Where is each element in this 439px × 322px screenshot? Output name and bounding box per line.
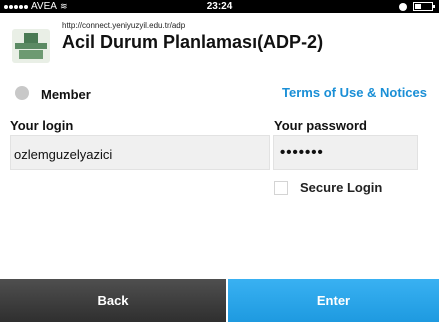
status-bar: AVEA ≋ 23:24 bbox=[0, 0, 439, 13]
page-title: Acil Durum Planlaması(ADP-2) bbox=[62, 32, 324, 52]
secure-login-label: Secure Login bbox=[300, 180, 383, 195]
status-time: 23:24 bbox=[206, 1, 233, 12]
secure-login-checkbox[interactable] bbox=[274, 181, 288, 195]
terms-link[interactable]: Terms of Use & Notices bbox=[282, 85, 427, 100]
member-row: Member Terms of Use & Notices bbox=[0, 78, 439, 108]
app-logo-icon bbox=[12, 29, 50, 63]
status-right bbox=[399, 2, 435, 11]
alarm-icon bbox=[399, 2, 407, 11]
back-button[interactable]: Back bbox=[0, 279, 226, 322]
login-label: Your login bbox=[10, 118, 74, 133]
member-label: Member bbox=[41, 87, 91, 102]
member-radio[interactable] bbox=[15, 86, 29, 100]
password-input[interactable]: ••••••• bbox=[273, 135, 418, 170]
header-url: http://connect.yeniyuzyil.edu.tr/adp bbox=[62, 21, 186, 30]
battery-icon bbox=[413, 2, 435, 11]
enter-button[interactable]: Enter bbox=[228, 279, 439, 322]
password-label: Your password bbox=[274, 118, 367, 133]
app-header: http://connect.yeniyuzyil.edu.tr/adp Aci… bbox=[0, 13, 439, 78]
login-input[interactable]: ozlemguzelyazici bbox=[10, 135, 270, 170]
